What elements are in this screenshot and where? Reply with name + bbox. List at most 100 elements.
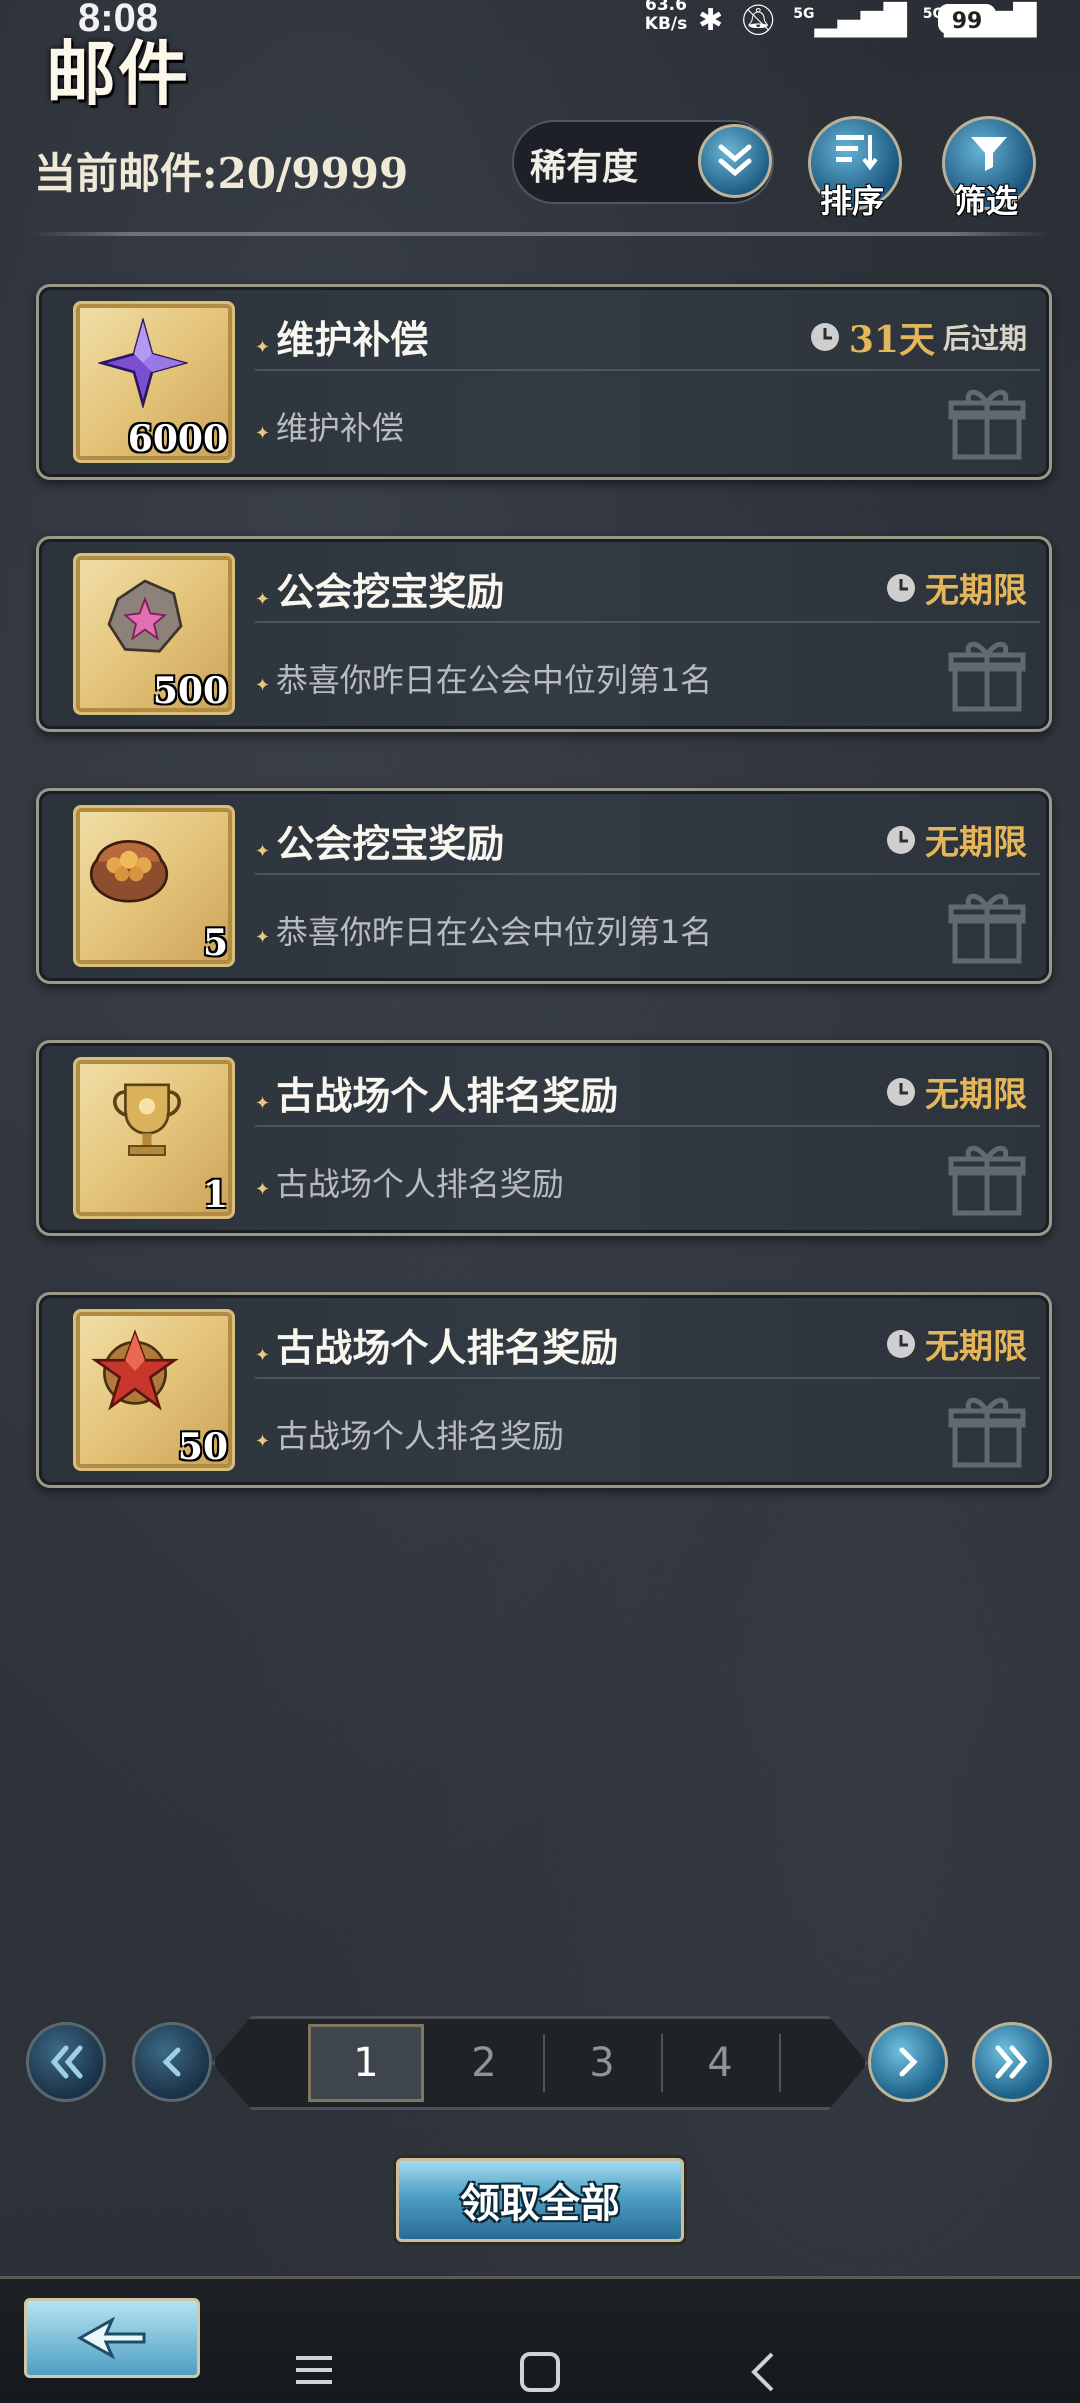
expiry-suffix: 后过期 — [942, 322, 1027, 355]
reward-item-slot[interactable]: 50 — [73, 1309, 235, 1471]
mail-subtitle-text: 古战场个人排名奖励 — [275, 1165, 564, 1203]
star-stone-icon — [107, 579, 183, 653]
mail-title: ✦ 公会挖宝奖励 — [255, 822, 505, 866]
expiry-unlimited: 无期限 — [925, 1327, 1027, 1367]
rarity-dropdown-toggle[interactable] — [698, 124, 772, 198]
header-divider — [30, 232, 1050, 236]
mail-item[interactable]: 1 ✦ 古战场个人排名奖励 ✦ 古战场个人排名奖励 无期限 — [36, 1040, 1052, 1236]
battery-icon: 99 — [938, 4, 996, 34]
net-type-label: 5G — [793, 5, 815, 22]
expiry-days: 31天 — [848, 319, 935, 361]
back-arrow-icon — [76, 2316, 146, 2360]
net-speed-value: 63.6 — [645, 0, 687, 15]
mail-subtitle-text: 恭喜你昨日在公会中位列第1名 — [275, 913, 713, 951]
next-page-button[interactable] — [868, 2022, 948, 2102]
claim-all-label: 领取全部 — [460, 2180, 620, 2227]
menu-nav-icon[interactable] — [292, 2350, 336, 2390]
trophy-icon — [113, 1083, 181, 1156]
mail-count-value: 20/9999 — [217, 149, 409, 198]
bluetooth-icon: ✱ — [698, 2, 724, 38]
page-4-button[interactable]: 4 — [662, 2024, 778, 2102]
mail-title-text: 维护补偿 — [276, 318, 429, 362]
mail-subtitle-text: 古战场个人排名奖励 — [275, 1417, 564, 1455]
double-chevron-right-icon — [995, 2045, 1028, 2079]
reward-quantity: 500 — [152, 670, 228, 712]
mail-item[interactable]: 50 ✦ 古战场个人排名奖励 ✦ 古战场个人排名奖励 无期限 — [36, 1292, 1052, 1488]
mail-subtitle: ✦ 恭喜你昨日在公会中位列第1名 — [255, 913, 713, 951]
sort-label: 排序 — [820, 182, 885, 220]
reward-item-slot[interactable]: 1 — [73, 1057, 235, 1219]
mail-title: ✦ 古战场个人排名奖励 — [255, 1074, 619, 1118]
card-divider — [255, 873, 1040, 875]
mail-title-text: 公会挖宝奖励 — [276, 822, 505, 866]
page-1-button[interactable]: 1 — [308, 2024, 424, 2102]
page-3-button[interactable]: 3 — [544, 2024, 660, 2102]
reward-item-slot[interactable]: 5 — [73, 805, 235, 967]
mail-expiry: 无期限 — [885, 815, 1027, 864]
page-separator — [779, 2034, 781, 2092]
mail-subtitle: ✦ 恭喜你昨日在公会中位列第1名 — [255, 661, 713, 699]
treasure-pouch-icon — [89, 840, 169, 903]
purple-star-crystal-icon — [98, 318, 188, 408]
mail-expiry: 31天 后过期 — [809, 311, 1027, 363]
mail-title-text: 公会挖宝奖励 — [276, 570, 505, 614]
last-page-button[interactable] — [972, 2022, 1052, 2102]
chevron-right-icon — [899, 2047, 918, 2077]
mail-subtitle: ✦ 古战场个人排名奖励 — [255, 1417, 564, 1455]
mail-item[interactable]: 5 ✦ 公会挖宝奖励 ✦ 恭喜你昨日在公会中位列第1名 无期限 — [36, 788, 1052, 984]
card-divider — [255, 369, 1040, 371]
filter-label: 筛选 — [954, 182, 1019, 220]
double-chevron-left-icon — [50, 2045, 83, 2079]
page-title: 邮件 — [46, 32, 190, 115]
card-divider — [255, 621, 1040, 623]
sort-icon — [836, 135, 878, 171]
mail-subtitle: ✦ 古战场个人排名奖励 — [255, 1165, 564, 1203]
gift-icon — [948, 1145, 1026, 1216]
back-button[interactable] — [24, 2298, 200, 2378]
reward-quantity: 6000 — [127, 418, 228, 460]
back-nav-icon[interactable] — [744, 2350, 784, 2394]
reward-item-slot[interactable]: 500 — [73, 553, 235, 715]
chevron-left-icon — [162, 2047, 181, 2077]
mail-expiry: 无期限 — [885, 1319, 1027, 1368]
mail-count: 当前邮件:20/9999 — [34, 140, 408, 201]
signal-icon: 5G▂▄▆█ — [793, 2, 907, 38]
first-page-button[interactable] — [26, 2022, 106, 2102]
reward-quantity: 1 — [202, 1174, 228, 1216]
gift-icon — [948, 641, 1026, 712]
net-speed: 63.6 KB/s — [640, 0, 692, 34]
clock-icon — [887, 825, 915, 854]
reward-quantity: 5 — [202, 922, 228, 964]
card-divider — [255, 1125, 1040, 1127]
mail-expiry: 无期限 — [885, 563, 1027, 612]
home-nav-icon[interactable] — [518, 2350, 562, 2394]
mail-item[interactable]: 500 ✦ 公会挖宝奖励 ✦ 恭喜你昨日在公会中位列第1名 无期限 — [36, 536, 1052, 732]
expiry-unlimited: 无期限 — [925, 1075, 1027, 1115]
gift-icon — [948, 893, 1026, 964]
prev-page-button[interactable] — [132, 2022, 212, 2102]
mail-count-label: 当前邮件: — [34, 149, 218, 198]
page-2-button[interactable]: 2 — [426, 2024, 542, 2102]
clock-icon — [887, 1329, 915, 1358]
mail-title-text: 古战场个人排名奖励 — [276, 1326, 619, 1370]
card-divider — [255, 1377, 1040, 1379]
reward-quantity: 50 — [177, 1426, 228, 1468]
double-chevron-down-icon — [718, 144, 752, 177]
claim-all-button[interactable]: 领取全部 — [396, 2158, 684, 2242]
red-star-medal-icon — [91, 1329, 179, 1411]
clock-icon — [887, 573, 915, 602]
reward-item-slot[interactable]: 6000 — [73, 301, 235, 463]
mute-icon: 🔕︎ — [739, 2, 778, 38]
mail-item[interactable]: 6000 ✦ 维护补偿 ✦ 维护补偿 31天 后过期 — [36, 284, 1052, 480]
expiry-unlimited: 无期限 — [925, 823, 1027, 863]
mail-subtitle: ✦ 维护补偿 — [255, 409, 404, 447]
gift-icon — [948, 389, 1026, 460]
mail-expiry: 无期限 — [885, 1067, 1027, 1116]
clock-icon — [810, 323, 839, 351]
rarity-dropdown-label: 稀有度 — [530, 147, 639, 188]
mail-title: ✦ 公会挖宝奖励 — [255, 570, 505, 614]
mail-title: ✦ 维护补偿 — [255, 318, 429, 362]
filter-funnel-icon — [971, 137, 1007, 171]
mail-subtitle-text: 恭喜你昨日在公会中位列第1名 — [275, 661, 713, 699]
expiry-unlimited: 无期限 — [925, 571, 1027, 611]
